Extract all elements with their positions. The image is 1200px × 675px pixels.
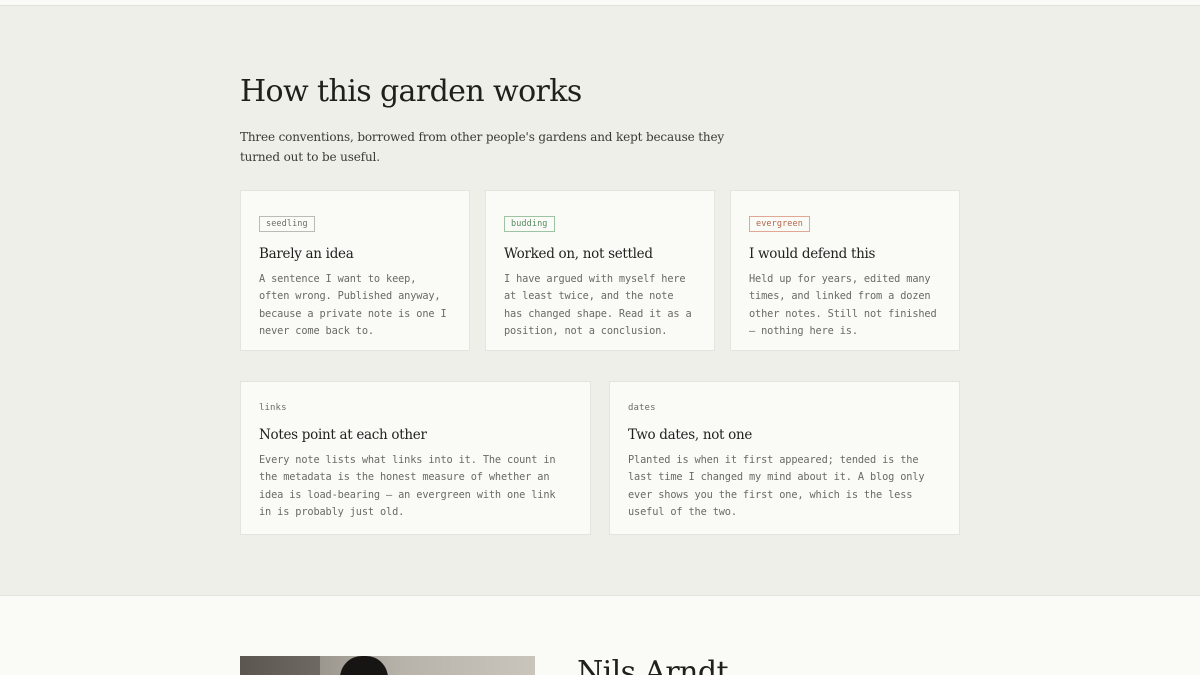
evergreen-badge: evergreen <box>749 216 810 232</box>
card-title: Worked on, not settled <box>504 246 653 262</box>
convention-card-dates: dates Two dates, not one Planted is when… <box>609 381 960 535</box>
how-garden-works-section: How this garden works Three conventions,… <box>0 6 1200 595</box>
card-body: Held up for years, edited many times, an… <box>749 273 937 337</box>
stage-card-budding: budding Worked on, not settled I have ar… <box>485 190 715 351</box>
author-name: Nils Arndt <box>577 655 729 675</box>
stage-card-seedling: seedling Barely an idea A sentence I wan… <box>240 190 470 351</box>
card-body: A sentence I want to keep, often wrong. … <box>259 273 447 337</box>
portrait-figure <box>340 656 388 675</box>
portrait-shadow <box>240 656 320 675</box>
stage-card-evergreen: evergreen I would defend this Held up fo… <box>730 190 960 351</box>
card-body: Every note lists what links into it. The… <box>259 454 556 518</box>
section-title: How this garden works <box>240 74 582 109</box>
card-title: Two dates, not one <box>628 427 753 443</box>
budding-badge: budding <box>504 216 555 232</box>
about-section: Nils Arndt <box>0 595 1200 675</box>
card-title: I would defend this <box>749 246 876 262</box>
card-body: Planted is when it first appeared; tende… <box>628 454 925 518</box>
convention-card-links: links Notes point at each other Every no… <box>240 381 591 535</box>
card-title: Barely an idea <box>259 246 354 262</box>
author-portrait <box>240 656 535 675</box>
card-kicker: links <box>259 403 287 413</box>
card-body: I have argued with myself here at least … <box>504 273 692 337</box>
seedling-badge: seedling <box>259 216 315 232</box>
card-title: Notes point at each other <box>259 427 427 443</box>
card-kicker: dates <box>628 403 656 413</box>
section-intro: Three conventions, borrowed from other p… <box>240 130 725 164</box>
